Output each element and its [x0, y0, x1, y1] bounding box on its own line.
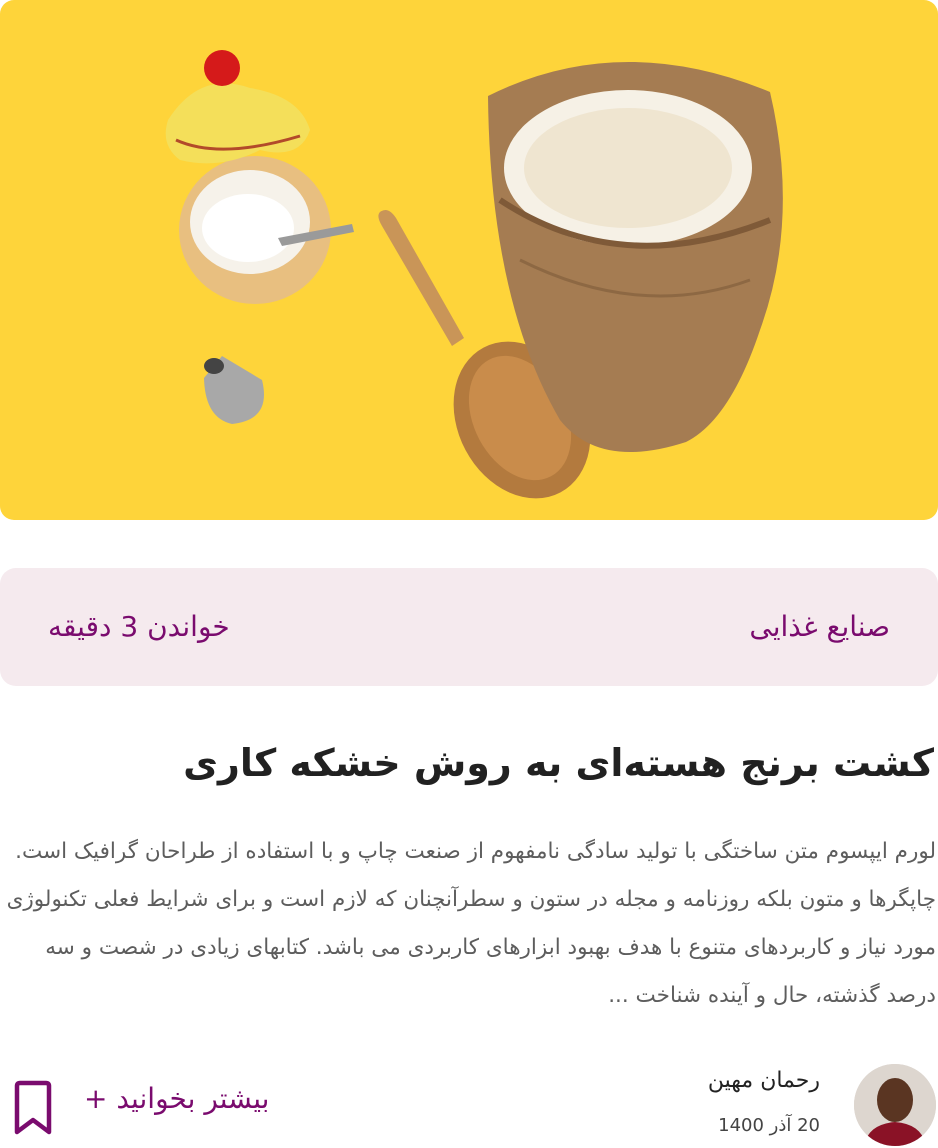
author-name[interactable]: رحمان مهین: [708, 1068, 820, 1093]
post-date: 20 آذر 1400: [718, 1115, 820, 1136]
hero-illustration: [165, 50, 783, 499]
post-meta-bar: صنایع غذایی خواندن 3 دقیقه: [0, 568, 938, 686]
category-label[interactable]: صنایع غذایی: [749, 568, 890, 686]
bookmark-icon: [14, 1080, 52, 1135]
hero-image: [0, 0, 938, 520]
author-avatar: [854, 1064, 936, 1146]
bookmark-button[interactable]: [10, 1080, 56, 1138]
sugar-bowl-icon: [165, 50, 354, 304]
piping-tip-icon: [204, 356, 264, 424]
avatar-photo: [854, 1064, 936, 1146]
read-time-label: خواندن 3 دقیقه: [48, 610, 230, 643]
read-more-link[interactable]: بیشتر بخوانید +: [84, 1082, 269, 1115]
article-title[interactable]: کشت برنج هسته‌ای به روش خشکه کاری: [4, 728, 934, 798]
article-excerpt: لورم ایپسوم متن ساختگی با تولید سادگی نا…: [6, 839, 936, 1008]
